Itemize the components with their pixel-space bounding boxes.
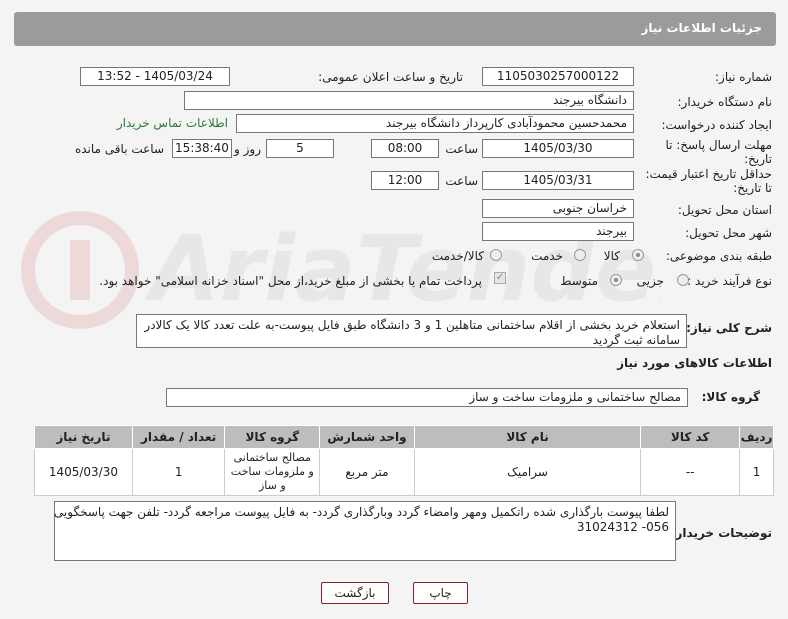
col-header-group: گروه کالا [224,425,321,449]
payment-note: پرداخت تمام یا بخشی از مبلغ خرید،از محل … [99,274,482,288]
process-option-medium: متوسط [560,274,598,288]
cell-qty: 1 [131,448,226,496]
need-number-label: شماره نیاز: [715,70,772,84]
reply-deadline-label-line1: مهلت ارسال پاسخ: تا [665,138,772,152]
requester-field: محمدحسین محمودآبادی کارپرداز دانشگاه بیر… [236,114,634,133]
reply-deadline-label: مهلت ارسال پاسخ: تا تاریخ: [665,138,772,166]
page-header: جزئیات اطلاعات نیاز [14,12,776,46]
category-radio-goods[interactable] [632,249,644,261]
goods-group-field: مصالح ساختمانی و ملزومات ساخت و ساز [166,388,688,407]
remaining-time-label: ساعت باقی مانده [74,142,164,156]
delivery-city-field: بیرجند [482,222,634,241]
description-label: شرح کلی نیاز: [686,321,772,335]
process-label: نوع فرآیند خرید : [687,274,772,288]
back-button[interactable]: بازگشت [321,582,389,604]
cell-date: 1405/03/30 [34,448,133,496]
goods-table-header: ردیف کد کالا نام کالا واحد شمارش گروه کا… [34,425,774,449]
delivery-province-label: استان محل تحویل: [677,203,772,217]
process-radio-minor[interactable] [677,274,689,286]
cell-row: 1 [739,448,774,496]
need-number-field: 1105030257000122 [482,67,634,86]
category-option-goods-service: کالا/خدمت [431,249,484,263]
buyer-notes-label: توضیحات خریدار: [670,526,772,540]
category-radio-service[interactable] [574,249,586,261]
reply-deadline-time-label: ساعت [445,142,478,156]
remaining-time-field: 15:38:40 [172,139,232,158]
buyer-org-label: نام دستگاه خریدار: [677,95,773,109]
price-validity-label: حداقل تاریخ اعتبار قیمت: تا تاریخ: [645,167,772,195]
goods-table: ردیف کد کالا نام کالا واحد شمارش گروه کا… [34,425,774,496]
cell-unit: متر مربع [319,448,415,496]
col-header-qty: تعداد / مقدار [131,425,226,449]
description-textarea: استعلام خرید بخشی از اقلام ساختمانی متاه… [136,314,687,348]
buyer-notes-textarea: لطفا پیوست بارگذاری شده راتکمیل ومهر وام… [54,501,676,561]
category-option-service: خدمت [531,249,563,263]
category-option-goods: کالا [603,249,620,263]
price-validity-time-field: 12:00 [371,171,439,190]
buyer-contact-link[interactable]: اطلاعات تماس خریدار [117,116,228,130]
col-header-row: ردیف [739,425,774,449]
buyer-org-field: دانشگاه بیرجند [184,91,634,110]
col-header-name: نام کالا [413,425,642,449]
goods-section-title: اطلاعات کالاهای مورد نیاز [617,356,772,370]
price-validity-label-line2: تا تاریخ: [733,181,772,195]
requester-label: ایجاد کننده درخواست: [661,118,772,132]
goods-group-label: گروه کالا: [701,390,760,404]
delivery-province-field: خراسان جنوبی [482,199,634,218]
category-label: طبقه بندی موضوعی: [665,249,772,263]
remaining-days-field: 5 [266,139,334,158]
announce-datetime-label: تاریخ و ساعت اعلان عمومی: [318,70,463,84]
page-title: جزئیات اطلاعات نیاز [641,21,762,35]
col-header-date: تاریخ نیاز [34,425,133,449]
price-validity-date-field: 1405/03/31 [482,171,634,190]
cell-code: -- [640,448,741,496]
cell-group: مصالح ساختمانی و ملزومات ساخت و ساز [224,448,321,496]
process-option-minor: جزیی [636,274,664,288]
reply-deadline-label-line2: تاریخ: [744,152,772,166]
table-row: 1 -- سرامیک متر مربع مصالح ساختمانی و مل… [34,448,774,496]
category-radio-goods-service[interactable] [490,249,502,261]
price-validity-time-label: ساعت [445,174,478,188]
reply-deadline-date-field: 1405/03/30 [482,139,634,158]
print-button[interactable]: چاپ [413,582,468,604]
announce-datetime-field: 1405/03/24 - 13:52 [80,67,230,86]
payment-checkbox[interactable]: ✓ [494,272,506,284]
watermark-logo: AriaTender.net [21,211,660,329]
reply-deadline-time-field: 08:00 [371,139,439,158]
buyer-notes-line2: 056- 31024312 [576,520,669,534]
col-header-unit: واحد شمارش [319,425,415,449]
buyer-notes-line1: لطفا پیوست بارگذاری شده راتکمیل ومهر وام… [53,505,669,519]
col-header-code: کد کالا [640,425,741,449]
price-validity-label-line1: حداقل تاریخ اعتبار قیمت: [645,167,772,181]
remaining-days-label: روز و [234,142,261,156]
process-radio-medium[interactable] [610,274,622,286]
delivery-city-label: شهر محل تحویل: [685,226,772,240]
cell-name: سرامیک [413,448,642,496]
